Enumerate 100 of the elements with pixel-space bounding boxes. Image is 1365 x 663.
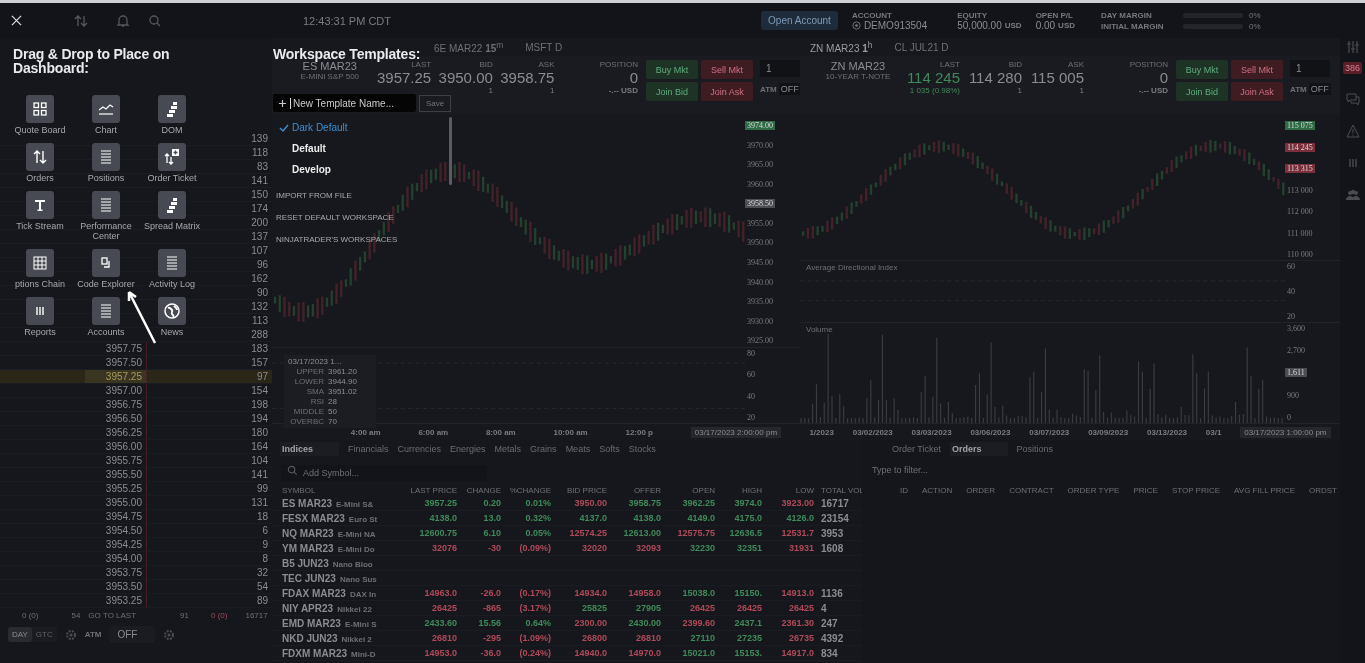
widget-label: Activity Log <box>148 279 196 289</box>
column-header[interactable]: OFFER <box>610 485 664 495</box>
swap-arrows-icon[interactable] <box>74 13 88 28</box>
arrows-widget-icon[interactable] <box>26 143 54 171</box>
template-item[interactable]: Develop <box>273 159 449 180</box>
column-header[interactable]: %CHANGE <box>504 485 554 495</box>
chart-tab[interactable]: CL JUL21 D <box>894 41 949 53</box>
template-item[interactable]: Default <box>273 138 449 159</box>
watchlist-tab[interactable]: Energies <box>450 443 486 454</box>
column-header[interactable]: LAST PRICE <box>400 485 460 495</box>
column-header[interactable]: AVG FILL PRICE <box>1234 486 1295 495</box>
list-widget-icon[interactable] <box>158 249 186 277</box>
watchlist-tab[interactable]: Grains <box>530 443 557 454</box>
watchlist-tab[interactable]: Stocks <box>628 443 656 454</box>
account-dropdown[interactable]: DEMO913504 <box>863 19 928 31</box>
list-widget-icon[interactable] <box>92 143 120 171</box>
dom-widget-icon[interactable] <box>158 95 186 123</box>
order-button[interactable]: Join Ask <box>701 82 753 101</box>
template-item[interactable]: Dark Default <box>273 117 449 138</box>
volume-cell-text: 1136 <box>820 587 844 599</box>
workspace-action-link[interactable]: RESET DEFAULT WORKSPACE <box>276 213 394 222</box>
description-cell: Euro St <box>348 514 378 524</box>
panel-tab[interactable]: Order Ticket <box>892 443 941 454</box>
quantity-field[interactable]: 1 <box>1290 60 1330 77</box>
table-cell-text: 12531.7 <box>780 528 815 538</box>
quote-subvalue: 1 <box>1079 86 1084 95</box>
bell-icon[interactable] <box>116 13 130 28</box>
order-button[interactable]: Join Bid <box>646 82 698 101</box>
watchlist-tab[interactable]: Metals <box>494 443 522 454</box>
column-header[interactable]: ORDER TYPE <box>1067 486 1120 495</box>
table-cell-text: 4149.0 <box>686 513 716 523</box>
column-header[interactable]: STOP PRICE <box>1171 486 1221 495</box>
volume-cell-text: 113 <box>251 315 268 326</box>
column-header[interactable]: TOTAL VOL <box>817 485 862 495</box>
table-cell-text: 26425 <box>735 603 763 613</box>
watchlist-tab[interactable]: Meats <box>565 443 591 454</box>
workspace-action-link[interactable]: IMPORT FROM FILE <box>276 191 352 200</box>
quote-label: ASK <box>538 60 555 69</box>
quantity-field[interactable]: 1 <box>760 60 800 77</box>
column-header[interactable]: CONTRACT <box>1009 486 1054 495</box>
text-widget-icon[interactable] <box>26 191 54 219</box>
column-header[interactable]: ACTION <box>922 486 953 495</box>
order-button[interactable]: Sell Mkt <box>701 60 753 79</box>
atm-dropdown[interactable]: OFF <box>778 83 801 95</box>
column-header[interactable]: SYMBOL <box>272 485 400 495</box>
scrollbar[interactable] <box>449 117 452 185</box>
column-header[interactable]: LOW <box>765 485 817 495</box>
watchlist-tab[interactable]: Indices <box>280 441 339 456</box>
people-icon[interactable] <box>1345 188 1360 202</box>
column-header[interactable]: OPEN <box>664 485 718 495</box>
grid-widget-icon[interactable] <box>26 95 54 123</box>
time-in-force-toggle[interactable]: DAY <box>8 627 32 642</box>
close-icon[interactable] <box>11 15 22 26</box>
table-cell-text: 14953.0 <box>423 648 458 658</box>
watchlist-tab[interactable]: Currencies <box>397 443 442 454</box>
settings-icon[interactable] <box>64 628 77 641</box>
workspace-action-link[interactable]: NINJATRADER'S WORKSPACES <box>276 235 398 244</box>
filter-field[interactable]: Type to filter... <box>872 462 1072 478</box>
column-header[interactable]: HIGH <box>718 485 765 495</box>
chart-tab[interactable]: MSFT D <box>525 41 563 53</box>
settings-icon[interactable] <box>163 628 176 641</box>
axis-tick-label: 3945.00 <box>746 258 774 268</box>
volume-cell-text: 96 <box>255 259 268 270</box>
column-header[interactable]: ORDST <box>1309 486 1337 495</box>
description-cell: E-Mini NA <box>337 529 376 539</box>
order-button[interactable]: Buy Mkt <box>1176 60 1228 79</box>
watchlist-tab[interactable]: Softs <box>599 443 620 454</box>
notification-badge: 386 <box>1343 62 1362 74</box>
globe-widget-icon[interactable] <box>158 297 186 325</box>
column-header[interactable]: ORDER <box>966 486 996 495</box>
column-header[interactable]: CHANGE <box>460 485 504 495</box>
volume-cell-text: 54 <box>255 581 268 592</box>
table-widget-icon[interactable] <box>26 249 54 277</box>
dom-widget-icon[interactable] <box>158 191 186 219</box>
columns-widget-icon[interactable] <box>26 297 54 325</box>
list-widget-icon[interactable] <box>92 297 120 325</box>
chart-tab[interactable]: 6E MAR22 15$^{m}$ <box>434 39 504 55</box>
time-in-force-toggle[interactable]: GTC <box>31 627 57 642</box>
list-widget-icon[interactable] <box>92 191 120 219</box>
ticket-widget-icon[interactable] <box>158 143 186 171</box>
column-header[interactable]: ID <box>900 486 908 495</box>
column-header[interactable]: PRICE <box>1133 486 1158 495</box>
watchlist-tab[interactable]: Financials <box>348 443 389 454</box>
code-widget-icon[interactable] <box>92 249 120 277</box>
atm-dropdown[interactable]: OFF <box>109 626 156 643</box>
chart-tab[interactable]: ZN MAR23 1$^{h}$ <box>810 39 873 55</box>
open-account-button[interactable]: Open Account <box>761 11 838 30</box>
template-name-field[interactable]: New Template Name... <box>273 94 416 112</box>
order-button[interactable]: Join Ask <box>1231 82 1283 101</box>
panel-tab[interactable]: Positions <box>1016 443 1054 454</box>
order-button[interactable]: Join Bid <box>1176 82 1228 101</box>
search-icon[interactable] <box>148 13 162 28</box>
axis-tick-label: 3950.00 <box>746 238 774 248</box>
order-button[interactable]: Sell Mkt <box>1231 60 1283 79</box>
chart-widget-icon[interactable] <box>92 95 120 123</box>
panel-tab[interactable]: Orders <box>950 441 1008 456</box>
atm-dropdown[interactable]: OFF <box>1308 83 1331 95</box>
column-header[interactable]: BID PRICE <box>554 485 610 495</box>
sliders-icon[interactable] <box>1345 40 1360 54</box>
order-button[interactable]: Buy Mkt <box>646 60 698 79</box>
